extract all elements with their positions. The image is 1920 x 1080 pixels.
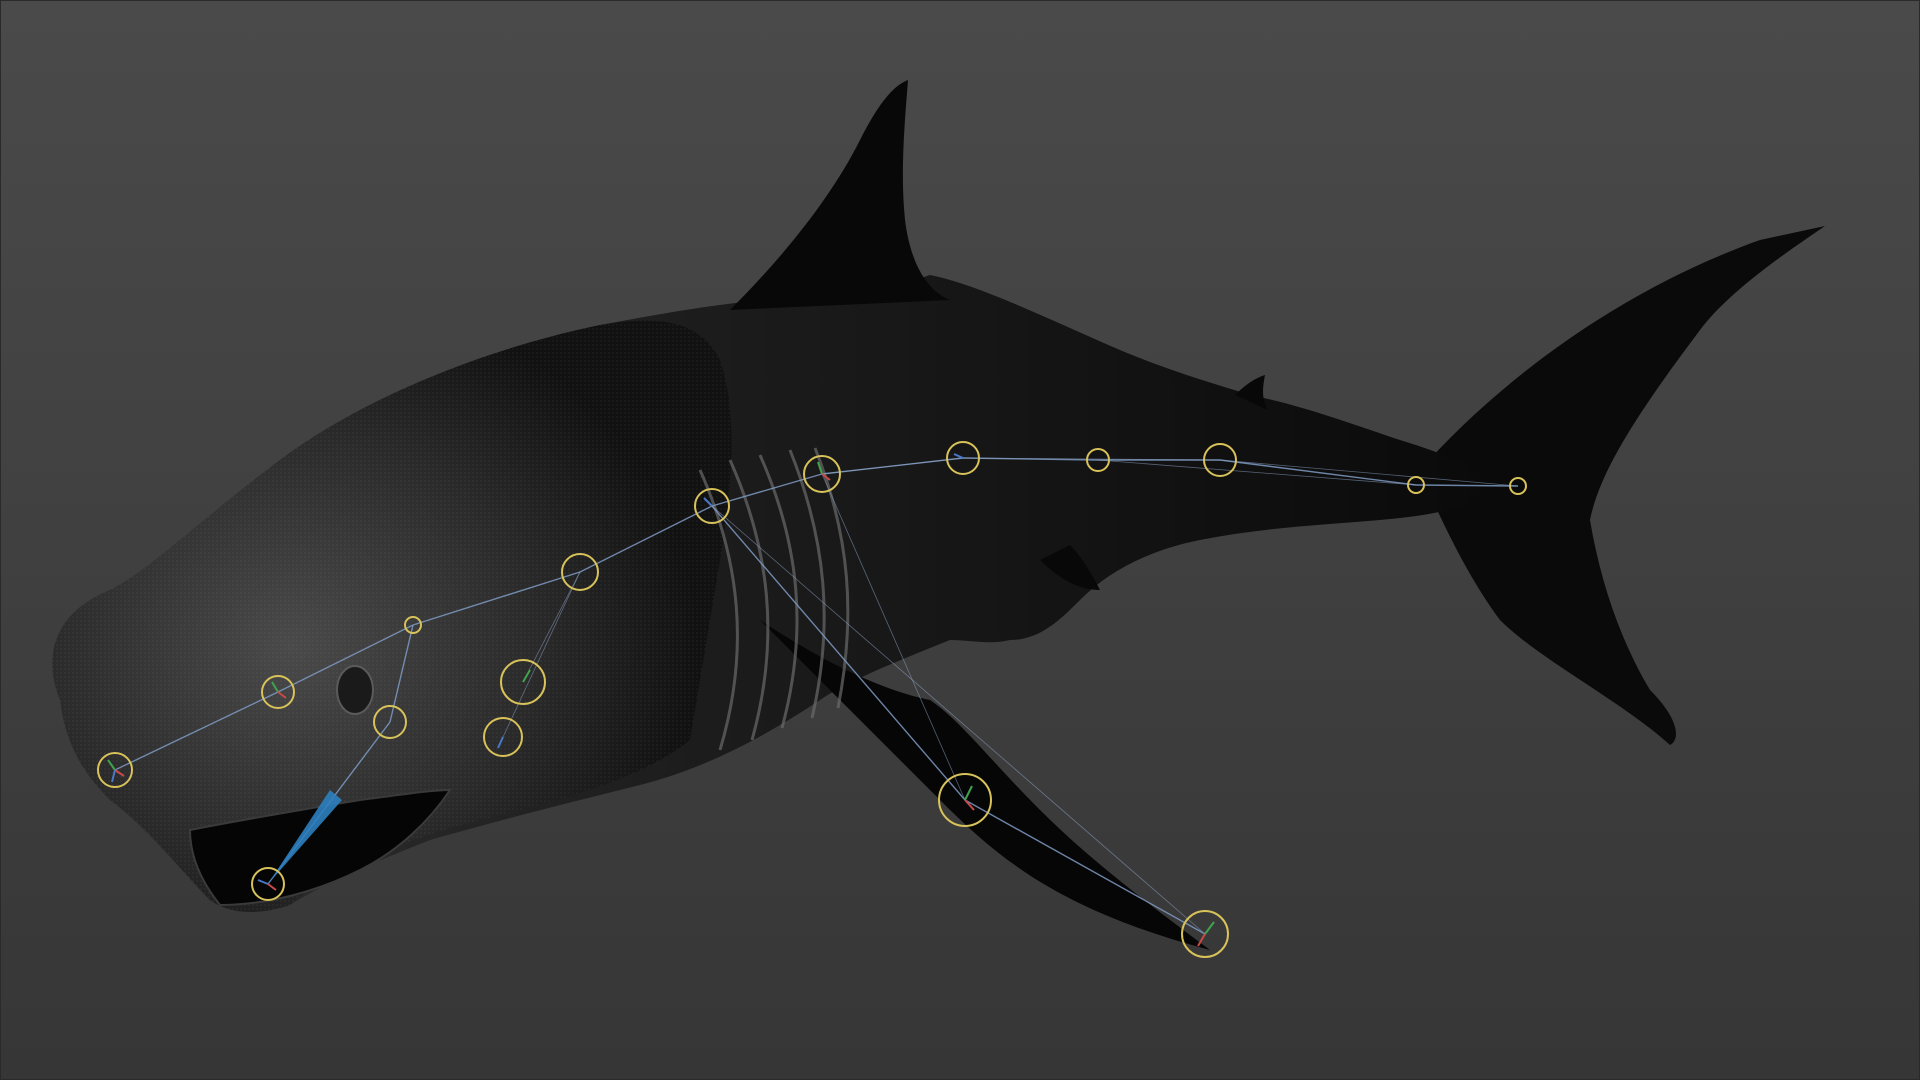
- dorsal-fin[interactable]: [730, 80, 950, 310]
- scene-canvas[interactable]: [0, 0, 1920, 1080]
- 3d-viewport[interactable]: [0, 0, 1920, 1080]
- eye: [336, 665, 374, 715]
